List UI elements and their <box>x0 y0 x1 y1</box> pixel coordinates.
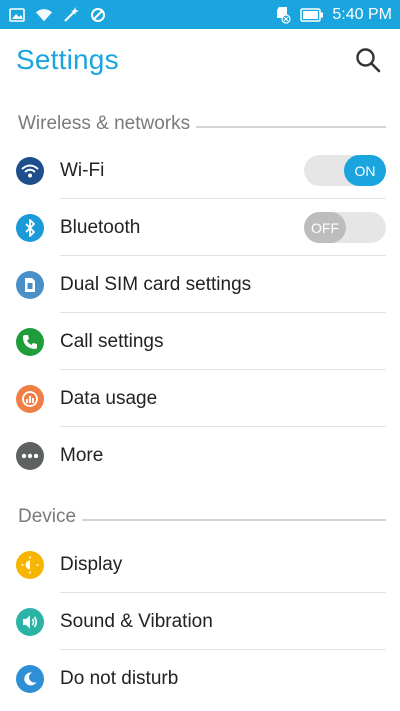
display-icon <box>16 550 44 579</box>
settings-item-dual-sim[interactable]: Dual SIM card settings <box>0 256 400 313</box>
settings-item-more[interactable]: More <box>0 427 400 484</box>
section-label: Wireless & networks <box>18 113 191 134</box>
settings-item-label: Wi-Fi <box>60 159 105 181</box>
settings-item-data-usage[interactable]: Data usage <box>0 370 400 427</box>
settings-item-label: Call settings <box>60 330 164 352</box>
more-icon <box>16 441 44 470</box>
toggle-state: ON <box>344 155 386 186</box>
settings-item-label: Do not disturb <box>60 667 179 689</box>
data-usage-icon <box>16 384 44 413</box>
sd-card-icon <box>274 6 292 24</box>
settings-item-do-not-disturb[interactable]: Do not disturb <box>0 650 400 707</box>
settings-item-display[interactable]: Display <box>0 536 400 593</box>
wifi-icon: ? <box>35 6 53 24</box>
page-title: Settings <box>16 44 119 75</box>
section-label: Device <box>18 506 77 527</box>
settings-item-label: Sound & Vibration <box>60 610 213 632</box>
battery-icon <box>300 6 324 24</box>
toggle-state: OFF <box>304 212 346 243</box>
svg-text:?: ? <box>47 16 51 23</box>
settings-item-wifi[interactable]: Wi-Fi ON <box>0 142 400 199</box>
settings-item-bluetooth[interactable]: Bluetooth OFF <box>0 199 400 256</box>
section-divider <box>196 126 386 128</box>
bluetooth-icon <box>16 213 44 242</box>
wifi-icon <box>16 156 44 185</box>
settings-item-call[interactable]: Call settings <box>0 313 400 370</box>
app-bar: Settings <box>0 29 400 91</box>
settings-item-label: Display <box>60 553 123 575</box>
settings-item-label: More <box>60 444 104 466</box>
settings-item-label: Dual SIM card settings <box>60 273 252 295</box>
status-bar: ? 5:40 PM <box>0 0 400 29</box>
image-icon <box>8 6 26 24</box>
phone-icon <box>16 327 44 356</box>
wifi-toggle[interactable]: ON <box>304 155 386 186</box>
settings-item-label: Data usage <box>60 387 158 409</box>
section-divider <box>82 519 386 521</box>
section-header-device: Device <box>18 503 386 531</box>
bluetooth-toggle[interactable]: OFF <box>304 212 386 243</box>
settings-item-label: Bluetooth <box>60 216 141 238</box>
search-icon[interactable] <box>352 44 384 76</box>
magic-wand-icon <box>62 6 80 24</box>
settings-item-sound[interactable]: Sound & Vibration <box>0 593 400 650</box>
section-header-wireless: Wireless & networks <box>18 110 386 138</box>
sound-icon <box>16 607 44 636</box>
status-time: 5:40 PM <box>332 5 392 23</box>
sim-card-icon <box>16 270 44 299</box>
moon-icon <box>16 664 44 693</box>
blocked-icon <box>89 6 107 24</box>
